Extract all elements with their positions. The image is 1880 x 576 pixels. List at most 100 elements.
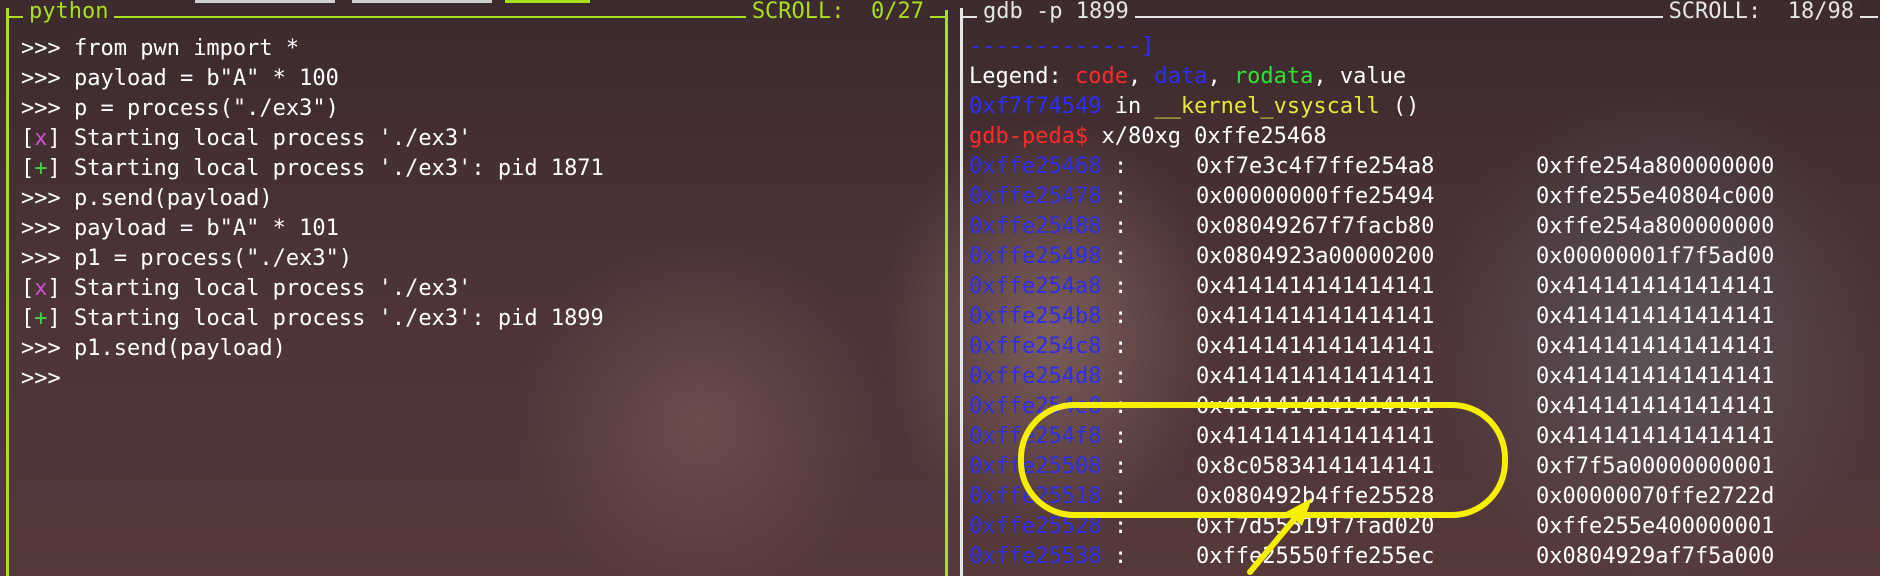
- python-line: >>> p1 = process("./ex3"): [21, 244, 604, 274]
- memory-value-2: 0x4141414141414141: [1536, 274, 1775, 299]
- memory-address: 0xffe25468: [969, 154, 1102, 179]
- frame-args: (): [1379, 94, 1420, 119]
- python-prompt: >>>: [21, 36, 74, 61]
- status-bracket-close: ]: [47, 306, 61, 331]
- memory-value-1: 0xf7e3c4f7ffe254a8: [1196, 154, 1435, 179]
- legend-sep: ,: [1127, 64, 1155, 89]
- python-prompt: >>>: [21, 96, 74, 121]
- python-line: >>> p = process("./ex3"): [21, 94, 604, 124]
- memory-row: 0xffe25468: 0xf7e3c4f7ffe254a8 0xffe254a80…: [969, 152, 1774, 182]
- status-bracket-open: [: [21, 126, 35, 151]
- status-bracket-close: ]: [47, 276, 61, 301]
- address-colon: :: [1114, 154, 1128, 179]
- memory-address: 0xffe254c8: [969, 334, 1102, 359]
- memory-value-2: 0x4141414141414141: [1536, 334, 1775, 359]
- pane-divider[interactable]: [945, 10, 948, 576]
- memory-address: 0xffe25498: [969, 244, 1102, 269]
- python-prompt: >>>: [21, 66, 74, 91]
- python-pane[interactable]: python SCROLL: 0/27 >>> from pwn import …: [6, 1, 948, 576]
- pane-title: python: [23, 1, 115, 23]
- address-colon: :: [1114, 364, 1128, 389]
- python-prompt: >>>: [21, 366, 61, 391]
- memory-value-2: 0x0804929af7f5a000: [1536, 544, 1775, 569]
- separator-line: -------------]: [969, 34, 1155, 59]
- memory-value-2: 0x00000001f7f5ad00: [1536, 244, 1775, 269]
- address-colon: :: [1114, 544, 1128, 569]
- python-line-text: Starting local process './ex3': [60, 276, 472, 301]
- memory-value-2: 0xffe255e400000001: [1536, 514, 1775, 539]
- status-plus-icon: +: [34, 306, 48, 331]
- memory-address: 0xffe254a8: [969, 274, 1102, 299]
- legend-code: code: [1074, 64, 1128, 89]
- python-output[interactable]: >>> from pwn import * >>> payload = b"A" …: [21, 34, 604, 394]
- python-line-text: from pwn import *: [73, 36, 300, 61]
- status-bracket-open: [: [21, 276, 35, 301]
- legend-rodata: rodata: [1233, 64, 1314, 89]
- memory-address: 0xffe254d8: [969, 364, 1102, 389]
- memory-row: 0xffe25498: 0x0804923a00000200 0x00000001f…: [969, 242, 1774, 272]
- python-prompt: >>>: [21, 186, 74, 211]
- memory-row: 0xffe25538:0xffe25550ffe255ec 0x0804929af…: [969, 542, 1774, 572]
- memory-address: 0xffe25538: [969, 544, 1102, 569]
- status-bracket-close: ]: [47, 156, 61, 181]
- memory-row: 0xffe25478: 0x00000000ffe25494 0xffe255e40…: [969, 182, 1774, 212]
- address-colon: :: [1114, 274, 1128, 299]
- memory-value-2: 0x4141414141414141: [1536, 424, 1775, 449]
- status-bracket-open: [: [21, 306, 35, 331]
- legend-sep: ,: [1207, 64, 1234, 89]
- python-line: >>> p.send(payload): [21, 184, 604, 214]
- memory-value-2: 0x4141414141414141: [1536, 364, 1775, 389]
- legend-value: value: [1339, 64, 1407, 89]
- memory-address: 0xffe254b8: [969, 304, 1102, 329]
- memory-address: 0xffe25478: [969, 184, 1102, 209]
- python-prompt: >>>: [21, 336, 74, 361]
- python-line: >>> from pwn import *: [21, 34, 604, 64]
- tab-strip-1: [195, 0, 335, 3]
- memory-value-1: 0x4141414141414141: [1196, 274, 1435, 299]
- gdb-command-line[interactable]: gdb-peda$ x/80xg 0xffe25468: [969, 122, 1419, 152]
- python-line: >>> p1.send(payload): [21, 334, 604, 364]
- memory-value-2: 0x4141414141414141: [1536, 304, 1775, 329]
- frame-line: 0xf7f74549 in __kernel_vsyscall (): [969, 92, 1419, 122]
- arrow-icon: [1247, 498, 1312, 575]
- legend-line: Legend: code, data, rodata, value: [969, 62, 1419, 92]
- memory-row: 0xffe254a8: 0x4141414141414141 0x414141414…: [969, 272, 1774, 302]
- pane-title: gdb -p 1899: [977, 1, 1135, 23]
- memory-row: 0xffe254d8: 0x4141414141414141 0x414141414…: [969, 362, 1774, 392]
- status-bracket-close: ]: [47, 126, 61, 151]
- status-x-icon: x: [34, 276, 48, 301]
- python-prompt: >>>: [21, 216, 74, 241]
- memory-value-2: 0x00000070ffe2722d: [1536, 484, 1775, 509]
- address-colon: :: [1114, 184, 1128, 209]
- memory-value-2: 0x4141414141414141: [1536, 394, 1775, 419]
- python-line-text: Starting local process './ex3': pid 1871: [60, 156, 604, 181]
- python-line: [x] Starting local process './ex3': [21, 124, 604, 154]
- python-line-text: Starting local process './ex3': [60, 126, 472, 151]
- address-colon: :: [1114, 334, 1128, 359]
- memory-value-1: 0x0804923a00000200: [1196, 244, 1435, 269]
- address-colon: :: [1114, 214, 1128, 239]
- address-colon: :: [1114, 244, 1128, 269]
- scroll-indicator: SCROLL: 18/98: [1662, 1, 1860, 23]
- memory-value-1: 0x00000000ffe25494: [1196, 184, 1435, 209]
- gdb-prompt: gdb-peda$: [969, 124, 1089, 149]
- frame-in: in: [1101, 94, 1155, 119]
- python-prompt: >>>: [21, 246, 74, 271]
- address-colon: :: [1114, 304, 1128, 329]
- python-line-text: p = process("./ex3"): [73, 96, 339, 121]
- memory-value-1: 0x4141414141414141: [1196, 364, 1435, 389]
- python-line-text: Starting local process './ex3': pid 1899: [60, 306, 604, 331]
- frame-function: __kernel_vsyscall: [1154, 94, 1380, 119]
- status-plus-icon: +: [34, 156, 48, 181]
- memory-row: 0xffe25488: 0x08049267f7facb80 0xffe254a80…: [969, 212, 1774, 242]
- python-line-text: p1 = process("./ex3"): [73, 246, 353, 271]
- python-line: >>>: [21, 364, 604, 394]
- python-line-text: p1.send(payload): [73, 336, 286, 361]
- python-line: [+] Starting local process './ex3': pid …: [21, 304, 604, 334]
- gdb-pane-header: gdb -p 1899 SCROLL: 18/98: [963, 1, 1878, 28]
- python-line-text: p.send(payload): [73, 186, 273, 211]
- scroll-indicator: SCROLL: 0/27: [745, 1, 930, 23]
- gdb-command: x/80xg 0xffe25468: [1088, 124, 1327, 149]
- memory-value-2: 0xf7f5a00000000001: [1536, 454, 1775, 479]
- memory-value-2: 0xffe254a800000000: [1536, 154, 1775, 179]
